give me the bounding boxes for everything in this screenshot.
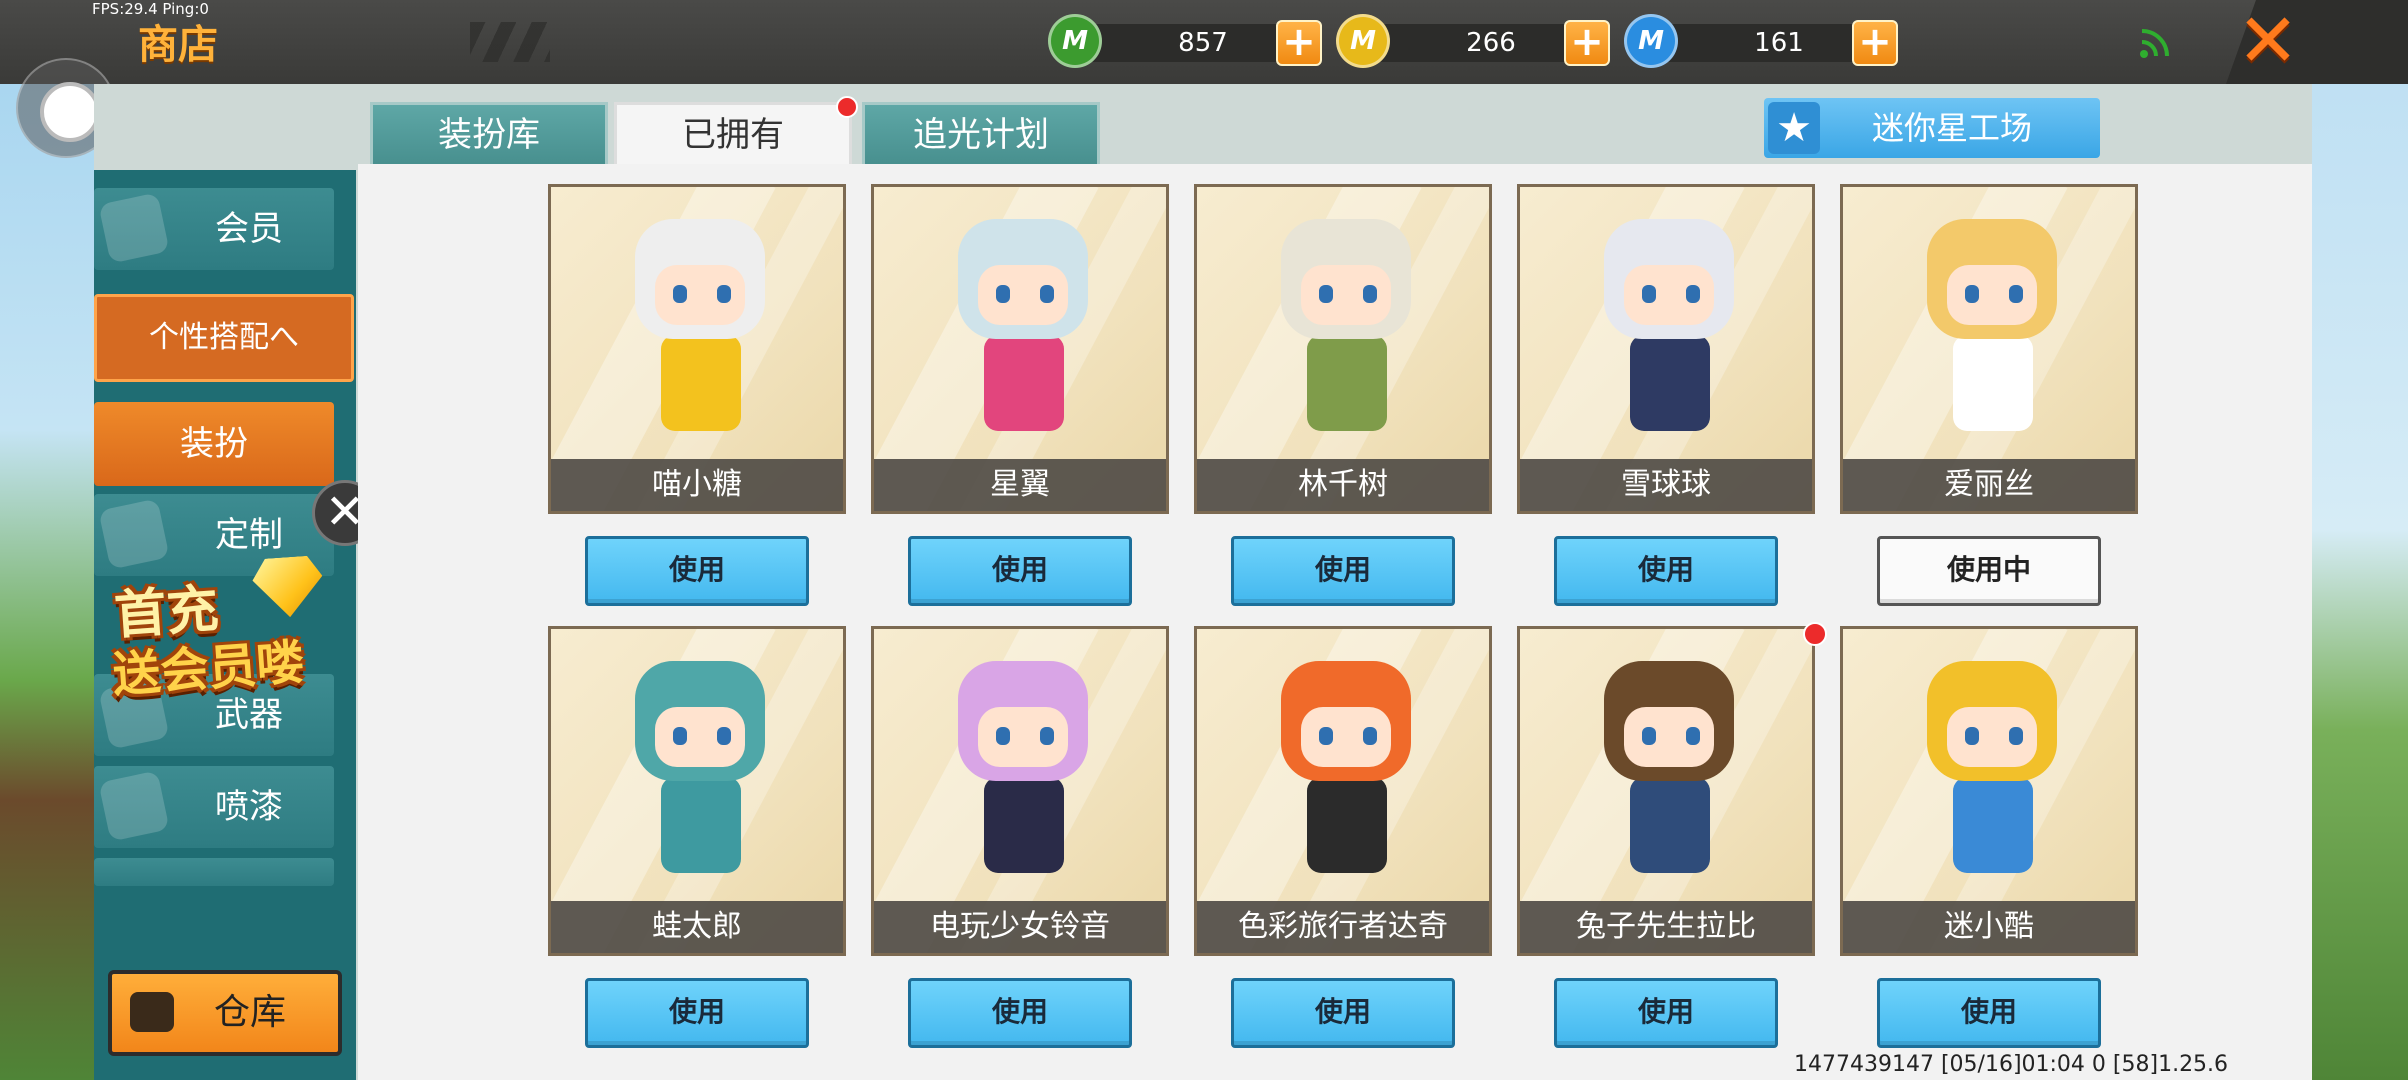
skin-card[interactable]: 爱丽丝 [1840, 184, 2138, 514]
skin-avatar [1261, 199, 1431, 449]
use-button[interactable]: 使用 [585, 978, 809, 1048]
skin-name: 爱丽丝 [1843, 459, 2135, 511]
build-info: 1477439147 [05/16]01:04 0 [58]1.25.6 [1794, 1052, 2229, 1077]
sidebar-item-more[interactable] [94, 858, 334, 886]
currency-blue: 161 M + [1624, 14, 1914, 70]
skin-avatar [1584, 641, 1754, 891]
blue-coin-icon: M [1624, 14, 1678, 68]
skin-name: 喵小糖 [551, 459, 843, 511]
use-button[interactable]: 使用 [585, 536, 809, 606]
mini-star-workshop-button[interactable]: ★ 迷你星工场 [1764, 98, 2100, 158]
skin-card[interactable]: 林千树 [1194, 184, 1492, 514]
close-tab-bg [2226, 0, 2408, 84]
sidebar-group-personal-style[interactable]: 个性搭配へ [94, 294, 354, 382]
tab-owned[interactable]: 已拥有 [614, 102, 852, 168]
skin-name: 林千树 [1197, 459, 1489, 511]
new-badge-dot [1803, 622, 1827, 646]
skin-name: 迷小酷 [1843, 901, 2135, 953]
top-bar: FPS:29.4 Ping:0 商店 857 M + 266 M + 161 M… [0, 0, 2408, 84]
skin-name: 色彩旅行者达奇 [1197, 901, 1489, 953]
skin-card[interactable]: 喵小糖 [548, 184, 846, 514]
skin-name: 星翼 [874, 459, 1166, 511]
skin-card[interactable]: 雪球球 [1517, 184, 1815, 514]
network-signal-icon [2140, 29, 2169, 58]
notification-dot [836, 96, 858, 118]
skin-avatar [1584, 199, 1754, 449]
use-button[interactable]: 使用 [1231, 978, 1455, 1048]
skin-avatar [1261, 641, 1431, 891]
skin-avatar [615, 641, 785, 891]
tab-light-chasing-plan[interactable]: 追光计划 [862, 102, 1100, 166]
skin-avatar [615, 199, 785, 449]
add-gold-coin-button[interactable]: + [1564, 20, 1610, 66]
in-use-button[interactable]: 使用中 [1877, 536, 2101, 606]
skin-avatar [938, 199, 1108, 449]
first-recharge-promo[interactable]: 首充 送会员喽 [91, 553, 350, 710]
use-button[interactable]: 使用 [1231, 536, 1455, 606]
skin-avatar [1907, 641, 2077, 891]
close-shop-button[interactable]: ✕ [2236, 4, 2300, 78]
use-button[interactable]: 使用 [1554, 978, 1778, 1048]
skin-card[interactable]: 色彩旅行者达奇 [1194, 626, 1492, 956]
use-button[interactable]: 使用 [1554, 536, 1778, 606]
sidebar-item-spray[interactable]: 喷漆 [94, 766, 334, 848]
game-world-left [0, 80, 96, 1080]
use-button[interactable]: 使用 [908, 536, 1132, 606]
skin-card[interactable]: 迷小酷 [1840, 626, 2138, 956]
workshop-label: 迷你星工场 [1871, 109, 2032, 147]
skin-card[interactable]: 兔子先生拉比 [1517, 626, 1815, 956]
skin-name: 蛙太郎 [551, 901, 843, 953]
currency-green: 857 M + [1048, 14, 1338, 70]
promo-line-2: 送会员喽 [110, 634, 307, 704]
page-title: 商店 [138, 22, 218, 68]
decor-stripes [470, 22, 550, 62]
add-green-coin-button[interactable]: + [1276, 20, 1322, 66]
gem-icon [251, 555, 325, 620]
warehouse-button[interactable]: 仓库 [108, 970, 342, 1056]
chest-icon [130, 992, 174, 1032]
use-button[interactable]: 使用 [1877, 978, 2101, 1048]
use-button[interactable]: 使用 [908, 978, 1132, 1048]
skin-card[interactable]: 星翼 [871, 184, 1169, 514]
skin-card[interactable]: 蛙太郎 [548, 626, 846, 956]
currency-gold: 266 M + [1336, 14, 1626, 70]
skin-name: 兔子先生拉比 [1520, 901, 1812, 953]
skin-avatar [938, 641, 1108, 891]
gold-coin-icon: M [1336, 14, 1390, 68]
star-icon: ★ [1768, 102, 1820, 154]
skins-grid: 喵小糖 使用 星翼 使用 林千树 使用 雪球球 使用 爱丽丝 使用中 蛙太郎 使用 电玩少女铃音 使用 色彩… [358, 164, 2312, 1080]
add-blue-coin-button[interactable]: + [1852, 20, 1898, 66]
skin-card[interactable]: 电玩少女铃音 [871, 626, 1169, 956]
game-world-right [2312, 80, 2408, 1080]
green-coin-icon: M [1048, 14, 1102, 68]
skin-avatar [1907, 199, 2077, 449]
tab-wardrobe[interactable]: 装扮库 [370, 102, 608, 166]
skin-name: 雪球球 [1520, 459, 1812, 511]
sidebar-item-outfit[interactable]: 装扮 [94, 402, 334, 486]
skin-name: 电玩少女铃音 [874, 901, 1166, 953]
sidebar-item-membership[interactable]: 会员 [94, 188, 334, 270]
